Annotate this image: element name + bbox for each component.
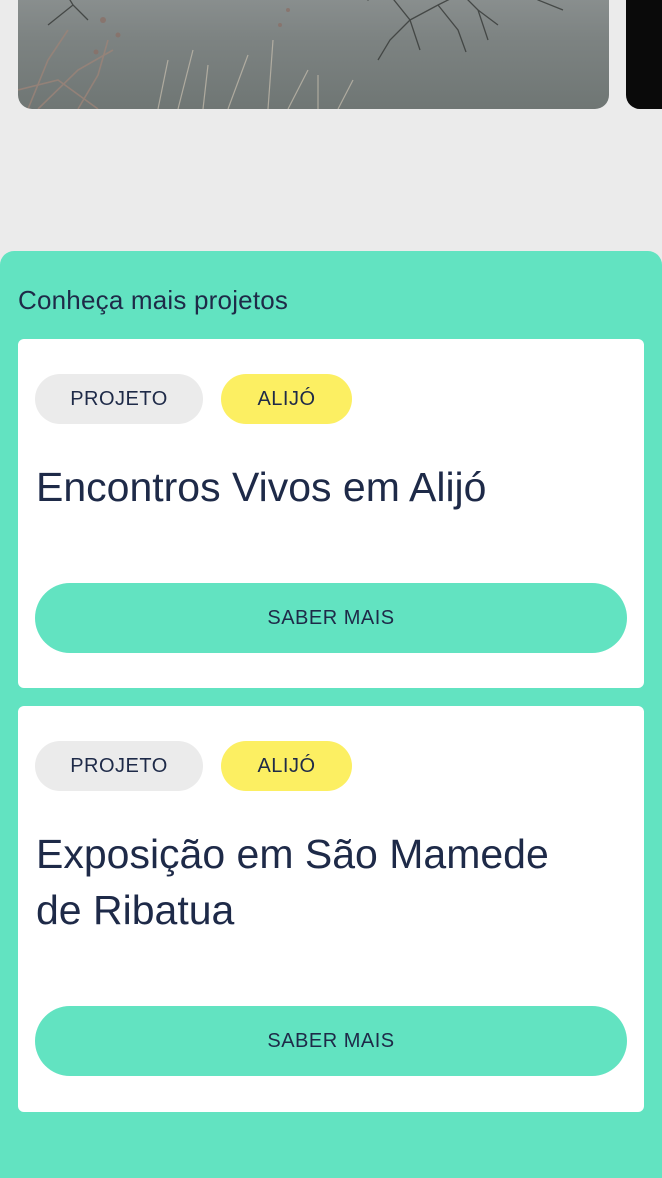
project-card: PROJETO ALIJÓ Exposição em São Mamede de… — [18, 706, 644, 1112]
location-tag: ALIJÓ — [221, 741, 352, 791]
tag-list: PROJETO ALIJÓ — [35, 741, 352, 791]
image-carousel[interactable] — [0, 0, 662, 250]
project-title: Encontros Vivos em Alijó — [36, 464, 487, 510]
next-photo-preview[interactable] — [626, 0, 662, 109]
location-tag: ALIJÓ — [221, 374, 352, 424]
section-title: Conheça mais projetos — [18, 285, 289, 315]
type-tag: PROJETO — [35, 374, 203, 424]
learn-more-button[interactable]: SABER MAIS — [35, 1006, 627, 1076]
tag-list: PROJETO ALIJÓ — [35, 374, 352, 424]
type-tag: PROJETO — [35, 741, 203, 791]
learn-more-button[interactable]: SABER MAIS — [35, 583, 627, 653]
project-card: PROJETO ALIJÓ Encontros Vivos em Alijó S… — [18, 339, 644, 688]
more-projects-section: Conheça mais projetos PROJETO ALIJÓ Enco… — [0, 251, 662, 1178]
project-title: Exposição em São Mamede de Ribatua — [36, 831, 549, 933]
hero-photo[interactable] — [18, 0, 609, 109]
